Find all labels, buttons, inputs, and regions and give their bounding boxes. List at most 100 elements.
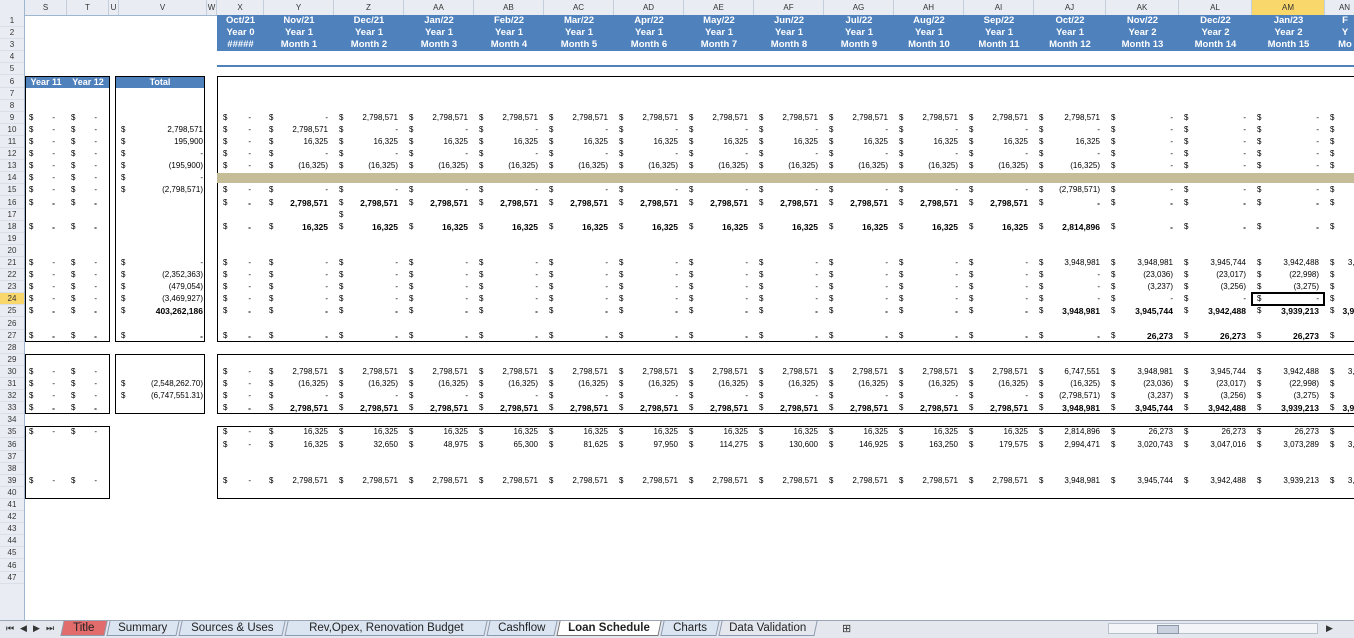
row-header-44[interactable]: 44 [0, 535, 24, 548]
month-cell[interactable]: 2 [1325, 330, 1354, 342]
month-cell[interactable]: - [1106, 148, 1173, 160]
month-cell[interactable]: (16,325) [1034, 378, 1100, 390]
month-cell[interactable]: 6,747,551 [1034, 366, 1100, 378]
month-cell[interactable]: 3,939,213 [1252, 475, 1319, 487]
month-cell[interactable]: 2,798,571 [474, 402, 538, 414]
month-cell[interactable]: 2,798,571 [1034, 112, 1100, 124]
month-cell[interactable]: - [964, 257, 1028, 269]
column-header-ah[interactable]: AH [894, 0, 964, 15]
row-header-2[interactable]: 2 [0, 27, 24, 40]
month-cell[interactable]: 2,814,896 [1034, 221, 1100, 233]
month-cell[interactable]: - [614, 148, 678, 160]
month-cell[interactable]: (16,325) [404, 160, 468, 172]
month-cell[interactable]: 97,950 [614, 439, 678, 451]
month-cell[interactable]: - [824, 293, 888, 305]
month-cell[interactable]: 26,273 [1252, 426, 1319, 438]
month-cell[interactable]: 2,798,571 [544, 197, 608, 209]
month-cell[interactable]: 26,273 [1179, 330, 1246, 342]
month-cell[interactable]: 146,925 [824, 439, 888, 451]
month-cell[interactable]: - [474, 330, 538, 342]
column-header-y[interactable]: Y [264, 0, 334, 15]
month-cell[interactable]: 2,798,571 [824, 197, 888, 209]
month-cell[interactable]: - [684, 330, 748, 342]
month-cell[interactable]: - [684, 124, 748, 136]
column-header-ak[interactable]: AK [1106, 0, 1179, 15]
prev-sheet-icon[interactable]: ◀ [20, 623, 27, 634]
month-cell[interactable]: - [754, 124, 818, 136]
month-cell[interactable]: - [544, 269, 608, 281]
row-header-24[interactable]: 24 [0, 293, 24, 306]
month-cell[interactable]: - [474, 281, 538, 293]
month-cell[interactable]: - [614, 390, 678, 402]
row-header-3[interactable]: 3 [0, 39, 24, 52]
month-cell[interactable]: 2,798,571 [544, 366, 608, 378]
month-cell[interactable]: - [754, 184, 818, 196]
row-header-11[interactable]: 11 [0, 136, 24, 148]
month-cell[interactable]: - [544, 281, 608, 293]
month-cell[interactable]: 130,600 [754, 439, 818, 451]
month-cell[interactable]: - [474, 184, 538, 196]
sheet-tab-title[interactable]: Title [60, 621, 108, 636]
month-cell[interactable]: - [1179, 221, 1246, 233]
month-cell[interactable]: 16,325 [824, 136, 888, 148]
month-cell[interactable]: 2,798,571 [404, 366, 468, 378]
month-cell[interactable]: 2,798,571 [334, 402, 398, 414]
month-cell[interactable]: - [614, 184, 678, 196]
month-cell[interactable]: - [684, 148, 748, 160]
month-cell[interactable]: - [1179, 160, 1246, 172]
month-cell[interactable]: 3,945,744 [1106, 402, 1173, 414]
month-cell[interactable]: - [1325, 160, 1354, 172]
month-cell[interactable]: - [404, 148, 468, 160]
month-cell[interactable]: - [474, 124, 538, 136]
month-cell[interactable]: 2,798,571 [754, 197, 818, 209]
month-cell[interactable]: (16,325) [334, 378, 398, 390]
row-header-21[interactable]: 21 [0, 257, 24, 269]
month-cell[interactable]: (23,017) [1179, 378, 1246, 390]
month-cell[interactable]: 16,325 [824, 426, 888, 438]
month-cell[interactable]: 3,9 [1325, 475, 1354, 487]
month-cell[interactable]: - [474, 269, 538, 281]
month-cell[interactable]: - [334, 330, 398, 342]
month-cell[interactable]: 2,798,571 [684, 475, 748, 487]
month-cell[interactable]: - [404, 305, 468, 317]
month-cell[interactable]: - [334, 293, 398, 305]
month-cell[interactable]: 3,0 [1325, 439, 1354, 451]
month-cell[interactable]: - [1325, 112, 1354, 124]
month-cell[interactable]: 2,798,571 [614, 366, 678, 378]
month-cell[interactable]: - [754, 269, 818, 281]
month-cell[interactable]: 2,798,571 [894, 112, 958, 124]
month-cell[interactable]: - [1179, 148, 1246, 160]
month-cell[interactable]: - [964, 390, 1028, 402]
month-cell[interactable]: - [264, 184, 328, 196]
month-cell[interactable]: - [404, 390, 468, 402]
month-cell[interactable]: 2,798,571 [894, 475, 958, 487]
row-header-37[interactable]: 37 [0, 451, 24, 463]
sheet-tab-summary[interactable]: Summary [106, 621, 180, 636]
month-cell[interactable]: 3,020,743 [1106, 439, 1173, 451]
month-cell[interactable]: - [824, 281, 888, 293]
month-cell[interactable]: (3,237) [1106, 281, 1173, 293]
month-cell[interactable]: 2,798,571 [334, 475, 398, 487]
row-header-4[interactable]: 4 [0, 51, 24, 64]
column-header-aa[interactable]: AA [404, 0, 474, 15]
month-cell[interactable]: 26,273 [1179, 426, 1246, 438]
column-header-u[interactable]: U [109, 0, 119, 15]
scroll-right-icon[interactable]: ▶ [1326, 623, 1333, 634]
month-cell[interactable]: - [1325, 221, 1354, 233]
month-cell[interactable]: 16,325 [544, 221, 608, 233]
row-header-17[interactable]: 17 [0, 209, 24, 221]
month-cell[interactable]: 16,325 [824, 221, 888, 233]
month-cell[interactable]: - [1034, 281, 1100, 293]
month-cell[interactable]: 2,798,571 [404, 112, 468, 124]
month-cell[interactable]: (3,275) [1252, 390, 1319, 402]
month-cell[interactable]: - [1179, 184, 1246, 196]
month-cell[interactable]: - [474, 257, 538, 269]
selected-cell[interactable] [1251, 292, 1325, 307]
month-cell[interactable]: 2,798,571 [824, 475, 888, 487]
month-cell[interactable]: (16,325) [544, 160, 608, 172]
month-cell[interactable]: 2,798,571 [684, 112, 748, 124]
month-cell[interactable]: 65,300 [474, 439, 538, 451]
month-cell[interactable]: - [544, 124, 608, 136]
row-header-7[interactable]: 7 [0, 88, 24, 100]
month-cell[interactable]: 16,325 [684, 221, 748, 233]
